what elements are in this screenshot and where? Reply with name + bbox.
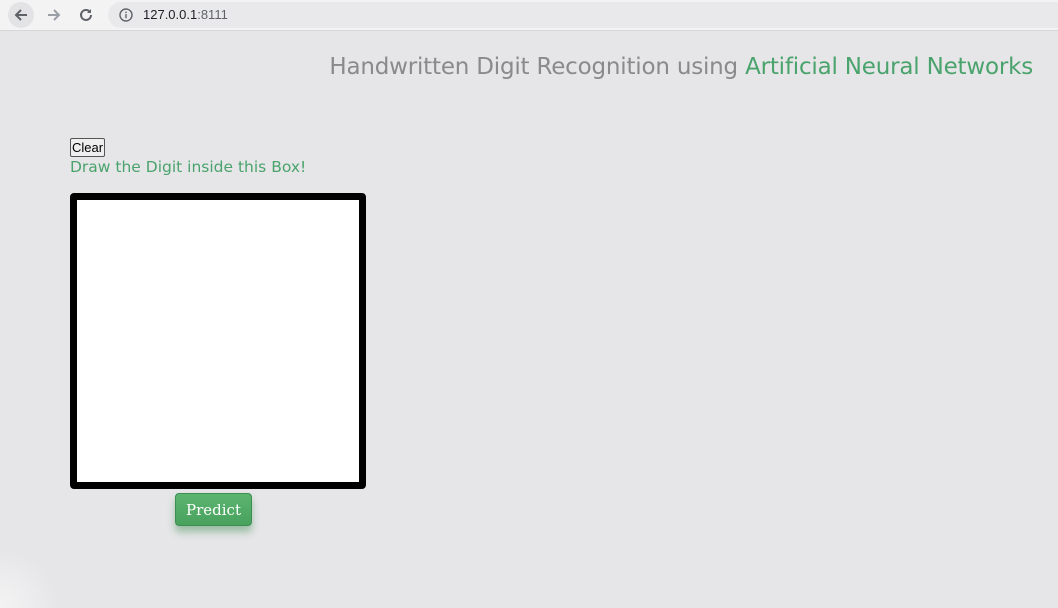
- page-title-prefix: Handwritten Digit Recognition using: [329, 54, 746, 80]
- address-bar[interactable]: 127.0.0.1:8111: [108, 2, 1058, 28]
- browser-toolbar: 127.0.0.1:8111: [0, 0, 1058, 31]
- reload-button[interactable]: [73, 2, 99, 28]
- url-port: :8111: [197, 7, 228, 22]
- info-icon[interactable]: [119, 8, 133, 22]
- predict-button[interactable]: Predict: [175, 493, 252, 526]
- corner-shading: [0, 548, 60, 608]
- forward-arrow-icon: [48, 9, 61, 21]
- url-text: 127.0.0.1:8111: [143, 6, 228, 24]
- page-title-accent: Artificial Neural Networks: [745, 54, 1033, 80]
- drawing-canvas[interactable]: [70, 193, 366, 489]
- back-button[interactable]: [8, 2, 34, 28]
- reload-icon: [80, 8, 92, 21]
- clear-button[interactable]: Clear: [70, 138, 106, 157]
- draw-instruction: Draw the Digit inside this Box!: [70, 158, 307, 176]
- forward-button[interactable]: [41, 2, 67, 28]
- url-host: 127.0.0.1: [143, 7, 198, 22]
- back-arrow-icon: [14, 9, 27, 21]
- page-title: Handwritten Digit Recognition using Arti…: [329, 54, 1033, 80]
